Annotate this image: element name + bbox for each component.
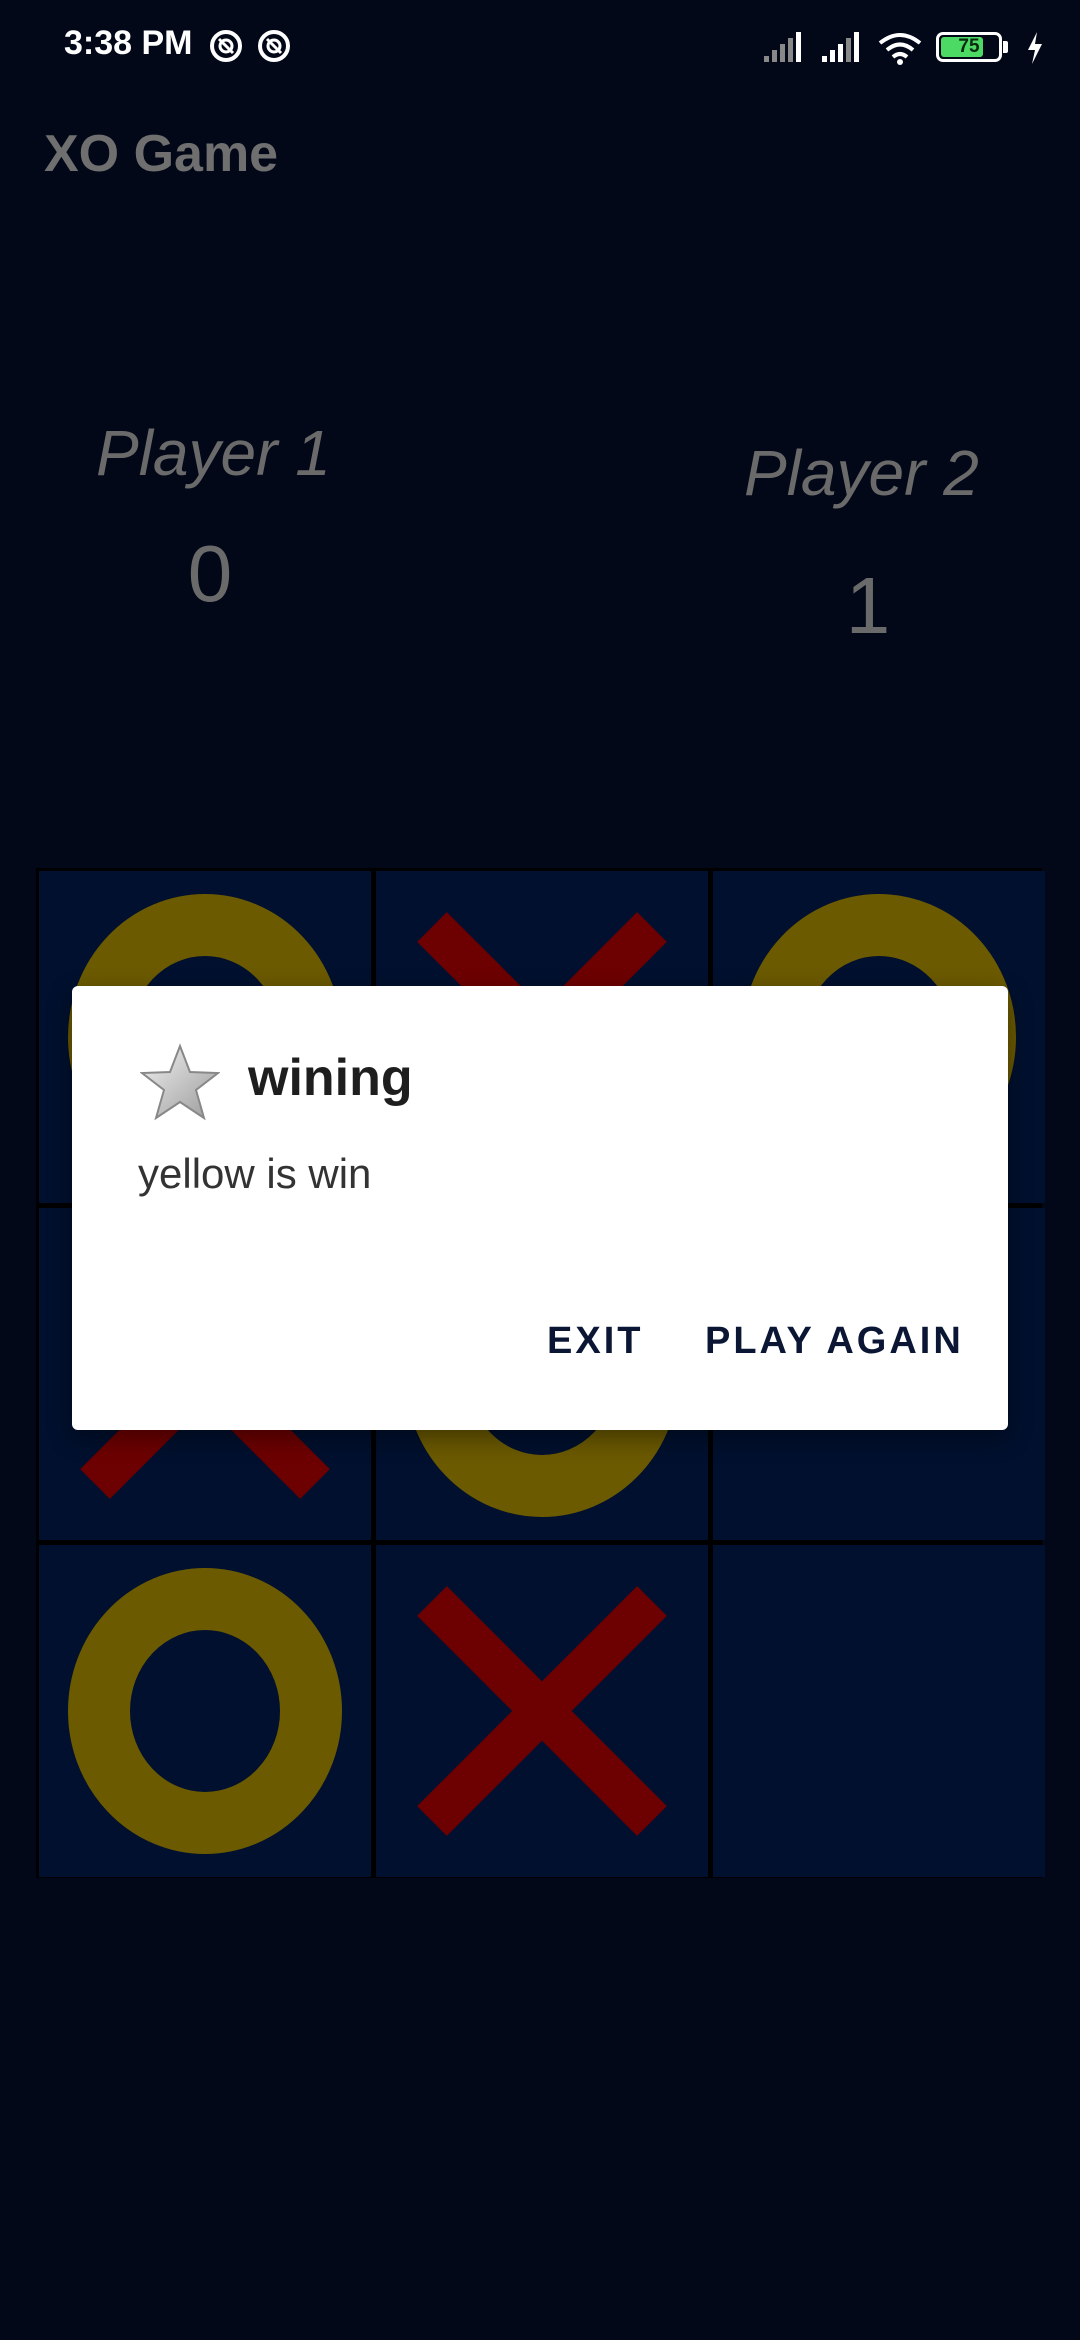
star-icon xyxy=(140,1043,220,1121)
win-dialog: wining yellow is win EXIT PLAY AGAIN xyxy=(72,986,1008,1430)
dialog-title: wining xyxy=(248,1049,413,1107)
exit-button[interactable]: EXIT xyxy=(547,1320,643,1363)
dialog-message: yellow is win xyxy=(138,1150,372,1197)
play-again-button[interactable]: PLAY AGAIN xyxy=(705,1320,964,1363)
